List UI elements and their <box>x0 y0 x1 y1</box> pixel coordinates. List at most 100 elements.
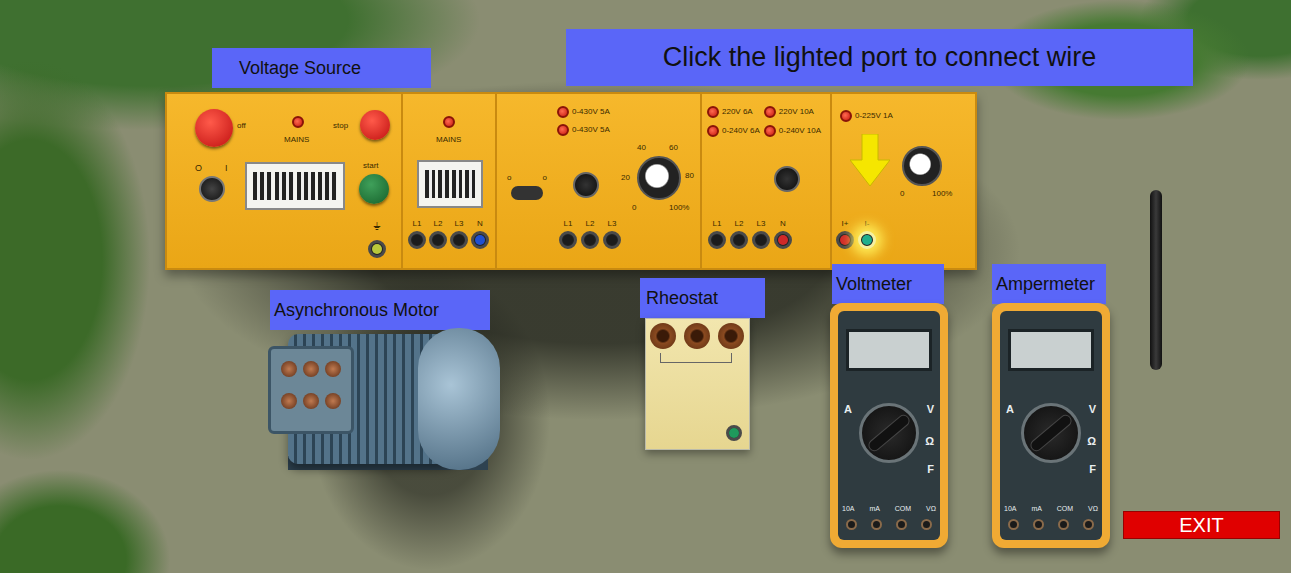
port[interactable] <box>708 231 726 249</box>
jack[interactable] <box>921 519 932 530</box>
jack[interactable] <box>1008 519 1019 530</box>
knob-min: 0 <box>632 204 636 213</box>
jack-row <box>1008 519 1094 530</box>
port[interactable] <box>408 231 426 249</box>
rotary-switch[interactable] <box>573 172 599 198</box>
motor-end <box>418 328 500 470</box>
lamp-light <box>557 106 569 118</box>
jack-label: VΩ <box>1088 504 1098 515</box>
single-phase-section: 220V 6A220V 10A0-240V 6A0-240V 10AL1L2L3… <box>702 94 832 268</box>
start-button[interactable] <box>359 174 389 204</box>
motor-terminal-box <box>268 346 354 434</box>
port[interactable] <box>429 231 447 249</box>
rheostat[interactable] <box>645 318 750 450</box>
port[interactable] <box>581 231 599 249</box>
circuit-breaker[interactable] <box>417 160 483 208</box>
dial-mark: V <box>1089 401 1096 418</box>
breaker-pole <box>253 172 272 200</box>
port[interactable] <box>858 231 876 249</box>
port[interactable] <box>368 240 386 258</box>
jack-labels: 10AmACOMVΩ <box>842 504 936 515</box>
jack[interactable] <box>896 519 907 530</box>
meter-display <box>846 329 932 371</box>
rheostat-label: Rheostat <box>640 278 765 318</box>
jack-row <box>846 519 932 530</box>
lamp-light <box>764 106 776 118</box>
rheostat-terminal[interactable] <box>650 323 676 349</box>
jack[interactable] <box>846 519 857 530</box>
breaker-pole <box>438 170 448 198</box>
port[interactable] <box>471 231 489 249</box>
jack-label: mA <box>869 504 880 515</box>
port[interactable] <box>450 231 468 249</box>
key-switch[interactable] <box>199 176 225 202</box>
jack-label: COM <box>895 504 911 515</box>
exit-button[interactable]: EXIT <box>1123 511 1280 539</box>
port[interactable] <box>730 231 748 249</box>
lamp-grid: 220V 6A220V 10A0-240V 6A0-240V 10A <box>707 106 821 137</box>
rheostat-terminal[interactable] <box>718 323 744 349</box>
terminal: N <box>774 220 792 249</box>
toggle-switch[interactable]: oo <box>507 178 547 204</box>
voltage-knob[interactable] <box>902 146 942 186</box>
port-core <box>433 235 443 245</box>
terminal-label: I- <box>865 220 870 229</box>
rheostat-resistor <box>660 353 732 363</box>
motor-terminal[interactable] <box>303 393 319 409</box>
port-core <box>475 235 485 245</box>
motor-terminal[interactable] <box>325 361 341 377</box>
port[interactable] <box>726 425 742 441</box>
meter-label: Ampermeter <box>992 264 1106 304</box>
port-core <box>756 235 766 245</box>
terminal: N <box>471 220 489 249</box>
knob-max: 100% <box>669 204 689 213</box>
circuit-breaker[interactable] <box>245 162 345 210</box>
port[interactable] <box>559 231 577 249</box>
lamp-label: 0-225V 1A <box>855 112 893 121</box>
multimeter[interactable]: AVΩF10AmACOMVΩ <box>992 303 1110 548</box>
ground-symbol: ⏚ <box>373 220 381 232</box>
rotary-switch[interactable] <box>774 166 800 192</box>
asynchronous-motor[interactable] <box>268 328 500 470</box>
motor-terminal[interactable] <box>281 393 297 409</box>
meter-dial[interactable] <box>859 403 919 463</box>
meter-display <box>1008 329 1094 371</box>
lamp: 0-225V 1A <box>840 110 893 122</box>
port[interactable] <box>752 231 770 249</box>
terminal-label: L3 <box>757 220 766 229</box>
mains-label: MAINS <box>284 136 309 145</box>
switch-body <box>511 186 543 200</box>
multimeter[interactable]: AVΩF10AmACOMVΩ <box>830 303 948 548</box>
key-mark: I <box>225 164 228 174</box>
off-label: off <box>237 122 246 131</box>
terminal: L1 <box>708 220 726 249</box>
jack[interactable] <box>1058 519 1069 530</box>
port-core <box>454 235 464 245</box>
jack[interactable] <box>1033 519 1044 530</box>
port[interactable] <box>774 231 792 249</box>
port-core <box>729 428 739 438</box>
voltage-knob[interactable] <box>637 156 681 200</box>
off-button[interactable] <box>195 109 233 147</box>
port[interactable] <box>836 231 854 249</box>
jack[interactable] <box>871 519 882 530</box>
start-label: start <box>363 162 379 171</box>
meter-dial[interactable] <box>1021 403 1081 463</box>
jack-label: VΩ <box>926 504 936 515</box>
port[interactable] <box>603 231 621 249</box>
jack[interactable] <box>1083 519 1094 530</box>
motor-terminal[interactable] <box>303 361 319 377</box>
dial-mark: V <box>927 401 934 418</box>
stop-button[interactable] <box>360 110 390 140</box>
port-core <box>712 235 722 245</box>
test-lead[interactable] <box>1150 190 1162 370</box>
lamp-label: 0-240V 6A <box>722 127 760 136</box>
motor-terminal[interactable] <box>325 393 341 409</box>
terminal-label: L1 <box>713 220 722 229</box>
rheostat-terminal[interactable] <box>684 323 710 349</box>
dial-mark: Ω <box>925 433 934 450</box>
dial-pointer <box>866 412 912 453</box>
motor-terminal[interactable] <box>281 361 297 377</box>
jack-labels: 10AmACOMVΩ <box>1004 504 1098 515</box>
mains-label: MAINS <box>436 136 461 145</box>
